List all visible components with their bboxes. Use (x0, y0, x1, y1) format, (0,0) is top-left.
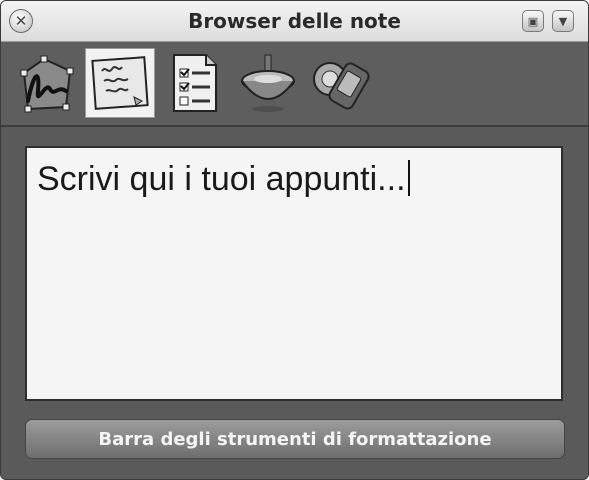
formatting-toolbar-label: Barra degli strumenti di formattazione (98, 428, 492, 450)
tool-note-pad[interactable] (85, 48, 155, 118)
formatting-toolbar-button[interactable]: Barra degli strumenti di formattazione (25, 419, 565, 459)
tool-handwriting[interactable] (11, 48, 81, 118)
note-text-area[interactable]: Scrivi qui i tuoi appunti... (37, 160, 410, 199)
spinning-top-icon (241, 54, 295, 112)
pen-tablet-icon (313, 62, 370, 110)
menu-arrow-icon: ▼ (558, 14, 568, 28)
tool-pen-tablet[interactable] (307, 48, 377, 118)
text-caret (407, 160, 410, 196)
note-type-toolbar (1, 42, 588, 127)
note-editor[interactable]: Scrivi qui i tuoi appunti... (25, 146, 563, 401)
note-pad-icon (91, 56, 149, 110)
note-placeholder-text: Scrivi qui i tuoi appunti... (37, 160, 406, 198)
tool-spinning-top[interactable] (233, 48, 303, 118)
checklist-icon (173, 54, 217, 112)
notes-browser-window: ✕ Browser delle note ▣ ▼ Scrivi qui i tu… (0, 0, 589, 480)
minimize-button[interactable]: ▣ (522, 10, 544, 32)
window-menu-button[interactable]: ▼ (552, 10, 574, 32)
handwriting-icon (20, 55, 74, 113)
tool-checklist[interactable] (159, 48, 229, 118)
minimize-icon: ▣ (527, 14, 539, 28)
window-title: Browser delle note (188, 9, 401, 33)
title-bar[interactable]: ✕ Browser delle note ▣ ▼ (1, 1, 588, 42)
